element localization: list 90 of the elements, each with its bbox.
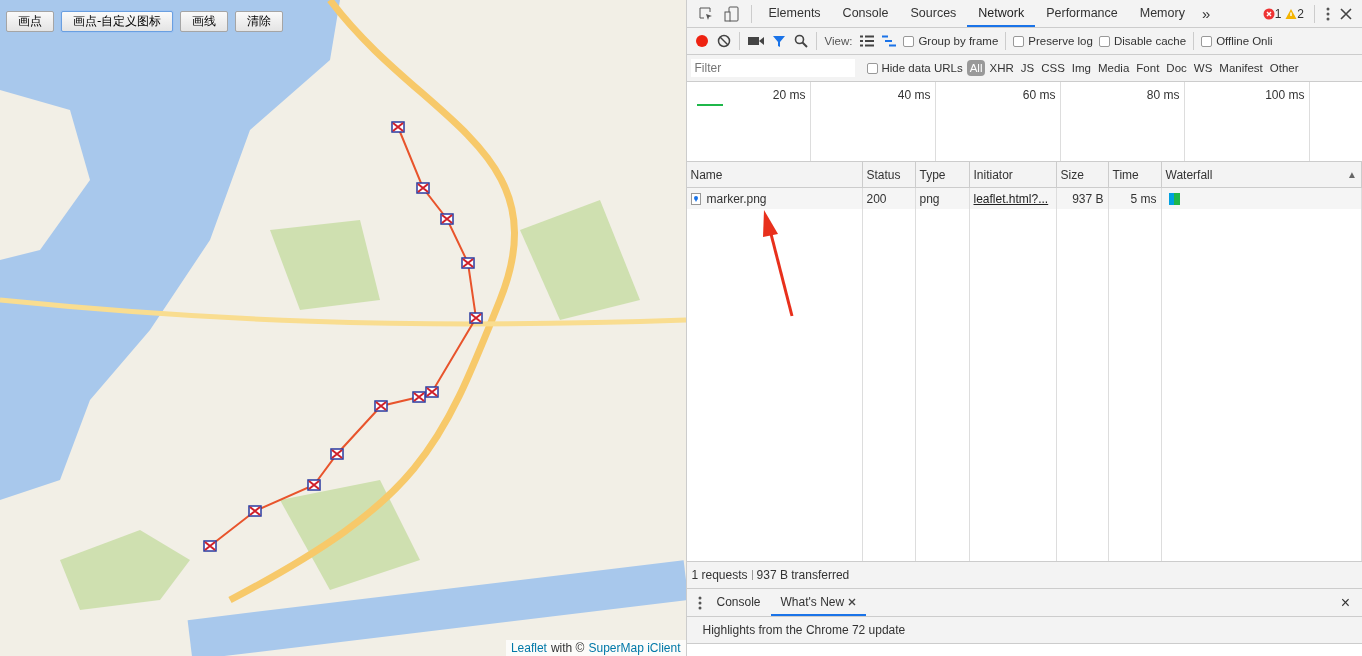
waterfall-bar	[1168, 192, 1180, 205]
close-icon[interactable]	[848, 597, 857, 606]
type-filter-button[interactable]: Manifest	[1216, 60, 1266, 76]
view-label: View:	[824, 35, 853, 47]
list-view-icon[interactable]	[860, 35, 875, 47]
marker-icon[interactable]	[374, 400, 388, 412]
checkbox-icon[interactable]	[903, 35, 915, 47]
size-cell: 937 B	[1056, 188, 1109, 209]
map-tool-button[interactable]: 画线	[180, 11, 229, 32]
more-tabs-button[interactable]: »	[1201, 5, 1211, 22]
type-filter-button[interactable]: Font	[1133, 60, 1163, 76]
time-tick-label: 80 ms	[1146, 88, 1180, 102]
column-header[interactable]: Status	[862, 162, 916, 188]
leaflet-link[interactable]: Leaflet	[510, 641, 547, 655]
device-icon[interactable]	[723, 5, 740, 22]
record-icon[interactable]	[694, 34, 709, 48]
search-icon[interactable]	[793, 34, 808, 48]
map-tool-button[interactable]: 画点-自定义图标	[61, 11, 174, 32]
time-cell: 5 ms	[1108, 188, 1162, 209]
type-filter-button[interactable]: WS	[1190, 60, 1216, 76]
error-icon	[1262, 7, 1275, 20]
devtools-tab[interactable]: Elements	[757, 0, 832, 27]
type-filter-button[interactable]: Doc	[1163, 60, 1190, 76]
whats-new-text: Highlights from the Chrome 72 update	[702, 623, 906, 637]
waterfall-view-icon[interactable]	[882, 35, 897, 47]
close-drawer-button[interactable]: ×	[1340, 593, 1350, 612]
marker-icon[interactable]	[440, 213, 454, 225]
checkbox-icon[interactable]	[1201, 35, 1213, 47]
checkbox-icon[interactable]	[1013, 35, 1025, 47]
requests-count: 1 requests	[691, 568, 748, 582]
drawer-menu-icon[interactable]	[697, 595, 702, 610]
marker-icon[interactable]	[203, 540, 217, 552]
checkbox-icon[interactable]	[866, 62, 878, 74]
type-filter-button[interactable]: Img	[1068, 60, 1094, 76]
close-icon[interactable]	[1340, 7, 1352, 20]
attribution-text: with ©	[550, 641, 585, 655]
type-cell: png	[915, 188, 970, 209]
devtools-tab[interactable]: Memory	[1128, 0, 1196, 27]
transferred-size: 937 B transferred	[756, 568, 850, 582]
devtools-tab[interactable]: Performance	[1035, 0, 1129, 27]
column-header[interactable]: Name	[686, 162, 863, 188]
cut-off-option[interactable]: Onli	[1252, 35, 1273, 47]
column-header[interactable]: Type	[915, 162, 970, 188]
camera-icon[interactable]	[747, 35, 764, 47]
drawer-tab[interactable]: Console	[706, 589, 771, 616]
column-header[interactable]: Waterfall ▲	[1161, 162, 1362, 188]
request-name-cell[interactable]: marker.png	[686, 188, 863, 209]
map-tool-button[interactable]: 清除	[235, 11, 284, 32]
warning-count[interactable]: 2	[1297, 6, 1304, 21]
column-header[interactable]: Initiator	[969, 162, 1057, 188]
time-tick-label: 60 ms	[1022, 88, 1056, 102]
inspect-icon[interactable]	[697, 5, 714, 22]
filter-field[interactable]: Filter	[690, 59, 855, 77]
type-filter-button[interactable]: JS	[1017, 60, 1038, 76]
timeline-bar	[696, 104, 723, 106]
toolbar-checkbox[interactable]: Preserve log	[1013, 35, 1093, 47]
map-tool-button[interactable]: 画点	[6, 11, 54, 32]
type-filter-button[interactable]: Media	[1095, 60, 1133, 76]
toolbar-checkbox[interactable]: Disable cache	[1098, 35, 1187, 47]
checkbox-icon[interactable]	[1098, 35, 1110, 47]
type-filter-button[interactable]: XHR	[986, 60, 1017, 76]
column-header[interactable]: Time	[1108, 162, 1162, 188]
supermap-link[interactable]: SuperMap iClient	[588, 641, 681, 655]
marker-icon[interactable]	[248, 505, 262, 517]
filter-icon[interactable]	[771, 34, 786, 48]
marker-icon[interactable]	[461, 257, 475, 269]
marker-icon[interactable]	[330, 448, 344, 460]
type-filter-button[interactable]: Other	[1266, 60, 1302, 76]
status-cell: 200	[862, 188, 916, 209]
marker-icon[interactable]	[412, 391, 426, 403]
type-filter-button[interactable]: CSS	[1038, 60, 1068, 76]
devtools-tab[interactable]: Sources	[899, 0, 968, 27]
toolbar-checkbox[interactable]: Group by frame	[903, 35, 999, 47]
marker-icon[interactable]	[469, 312, 483, 324]
marker-icon[interactable]	[416, 182, 430, 194]
hide-data-urls-checkbox[interactable]: Hide data URLs	[866, 62, 963, 74]
toolbar-checkbox[interactable]: Offline	[1201, 35, 1250, 47]
time-tick-label: 20 ms	[772, 88, 806, 102]
marker-icon[interactable]	[391, 121, 405, 133]
warning-icon	[1285, 7, 1298, 20]
time-tick-label: 40 ms	[897, 88, 931, 102]
devtools-tab[interactable]: Console	[831, 0, 900, 27]
marker-icon[interactable]	[307, 479, 321, 491]
more-options-icon[interactable]	[1326, 6, 1330, 21]
column-header[interactable]: Size	[1056, 162, 1109, 188]
image-file-icon	[690, 192, 701, 205]
marker-icon[interactable]	[425, 386, 439, 398]
time-tick-label: 100 ms	[1265, 88, 1305, 102]
clear-icon[interactable]	[716, 34, 731, 48]
error-count[interactable]: 1	[1274, 6, 1282, 21]
